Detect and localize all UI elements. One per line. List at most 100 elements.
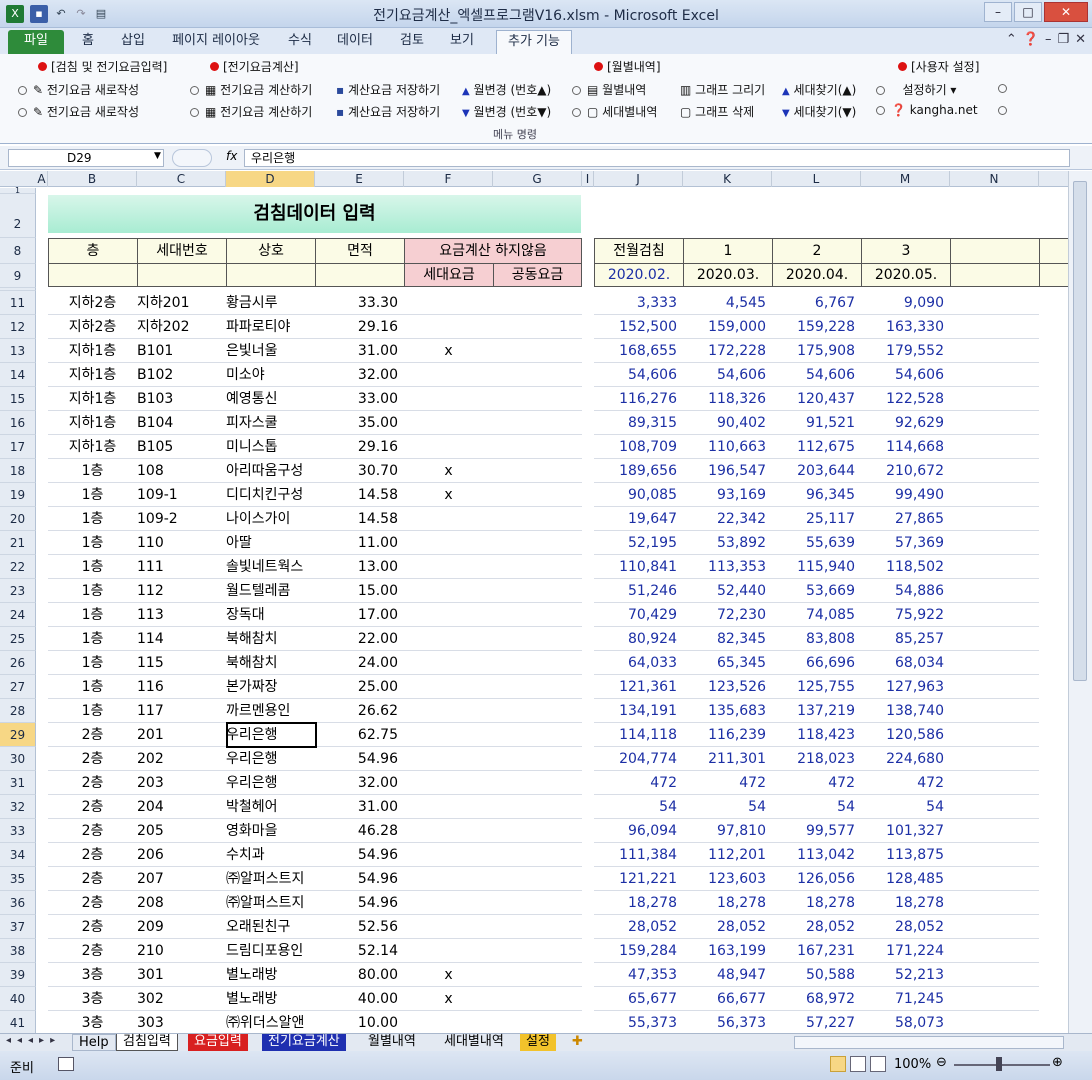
cell-month-3[interactable]: 71,245 xyxy=(861,987,950,1011)
formula-expand-button[interactable] xyxy=(172,149,212,167)
cell-month-1[interactable]: 65,345 xyxy=(683,651,772,675)
cell-empty[interactable] xyxy=(950,795,1039,819)
cell-month-1[interactable]: 116,239 xyxy=(683,723,772,747)
row-header[interactable]: 30 xyxy=(0,747,36,771)
cell-empty[interactable] xyxy=(950,483,1039,507)
cell-common-fee-flag[interactable] xyxy=(493,723,582,747)
row-header[interactable]: 38 xyxy=(0,939,36,963)
cell-common-fee-flag[interactable] xyxy=(493,987,582,1011)
cell-unit-number[interactable]: 208 xyxy=(137,891,226,915)
row-header[interactable]: 32 xyxy=(0,795,36,819)
cell-floor[interactable]: 1층 xyxy=(48,627,137,651)
column-header[interactable]: J xyxy=(594,171,683,187)
row-header[interactable]: 28 xyxy=(0,699,36,723)
chevron-down-icon[interactable]: ▼ xyxy=(154,151,161,161)
save-calc-button-2[interactable]: ▪ 계산요금 저장하기 xyxy=(336,103,440,120)
sheet-tab-unit[interactable]: 세대별내역 xyxy=(438,1034,510,1051)
row-header[interactable]: 31 xyxy=(0,771,36,795)
cell-prev-reading[interactable]: 121,361 xyxy=(594,675,683,699)
cell-month-3[interactable]: 99,490 xyxy=(861,483,950,507)
cell-prev-reading[interactable]: 204,774 xyxy=(594,747,683,771)
cell-unit-number[interactable]: 205 xyxy=(137,819,226,843)
cell-month-2[interactable]: 83,808 xyxy=(772,627,861,651)
cell-common-fee-flag[interactable] xyxy=(493,603,582,627)
settings-dropdown-button[interactable]: 설정하기 ▾ xyxy=(876,81,956,98)
cell-month-2[interactable]: 125,755 xyxy=(772,675,861,699)
cell-unit-number[interactable]: 202 xyxy=(137,747,226,771)
cell-month-1[interactable]: 110,663 xyxy=(683,435,772,459)
row-header[interactable]: 35 xyxy=(0,867,36,891)
cell-month-1[interactable]: 118,326 xyxy=(683,387,772,411)
cell-common-fee-flag[interactable] xyxy=(493,891,582,915)
cell-floor[interactable]: 지하1층 xyxy=(48,387,137,411)
cell-unit-fee-flag[interactable] xyxy=(404,363,493,387)
tab-page-layout[interactable]: 페이지 레이아웃 xyxy=(160,30,272,54)
cell-business-name[interactable]: 은빛너울 xyxy=(226,339,315,363)
column-header[interactable]: I xyxy=(582,171,594,187)
cell-area[interactable]: 46.28 xyxy=(315,819,404,843)
cell-prev-reading[interactable]: 152,500 xyxy=(594,315,683,339)
cell-area[interactable]: 31.00 xyxy=(315,795,404,819)
cell-business-name[interactable]: 본가짜장 xyxy=(226,675,315,699)
row-header[interactable]: 17 xyxy=(0,435,36,459)
cell-month-1[interactable]: 90,402 xyxy=(683,411,772,435)
cell-unit-fee-flag[interactable]: x xyxy=(404,987,493,1011)
row-header[interactable]: 27 xyxy=(0,675,36,699)
cell-business-name[interactable]: 솔빛네트웍스 xyxy=(226,555,315,579)
cell-unit-number[interactable]: 지하201 xyxy=(137,291,226,315)
calc-button-1[interactable]: ▦ 전기요금 계산하기 xyxy=(190,81,312,98)
cell-area[interactable]: 10.00 xyxy=(315,1011,404,1033)
column-header[interactable]: D xyxy=(226,171,315,187)
sheet-tab-meter-input[interactable]: 검침입력 xyxy=(116,1034,178,1051)
tab-formulas[interactable]: 수식 xyxy=(280,30,320,54)
cell-common-fee-flag[interactable] xyxy=(493,363,582,387)
cell-floor[interactable]: 3층 xyxy=(48,987,137,1011)
row-header[interactable]: 39 xyxy=(0,963,36,987)
cell-unit-number[interactable]: 210 xyxy=(137,939,226,963)
cell-month-1[interactable]: 66,677 xyxy=(683,987,772,1011)
cell-prev-reading[interactable]: 52,195 xyxy=(594,531,683,555)
cell-prev-reading[interactable]: 65,677 xyxy=(594,987,683,1011)
cell-month-1[interactable]: 18,278 xyxy=(683,891,772,915)
cell-empty[interactable] xyxy=(950,939,1039,963)
cell-business-name[interactable]: ㈜위더스알앤 xyxy=(226,1011,315,1033)
cell-prev-reading[interactable]: 134,191 xyxy=(594,699,683,723)
cell-business-name[interactable]: 미니스톱 xyxy=(226,435,315,459)
cell-month-2[interactable]: 57,227 xyxy=(772,1011,861,1033)
cell-empty[interactable] xyxy=(950,1011,1039,1033)
cell-common-fee-flag[interactable] xyxy=(493,531,582,555)
cell-month-3[interactable]: 28,052 xyxy=(861,915,950,939)
cell-unit-fee-flag[interactable] xyxy=(404,627,493,651)
row-header[interactable]: 36 xyxy=(0,891,36,915)
row-header[interactable]: 23 xyxy=(0,579,36,603)
fx-icon[interactable]: fx xyxy=(226,149,237,163)
delete-graph-button[interactable]: ▢ 그래프 삭제 xyxy=(680,103,754,120)
new-bill-button-2[interactable]: ✎ 전기요금 새로작성 xyxy=(18,103,139,120)
cell-area[interactable]: 52.56 xyxy=(315,915,404,939)
name-box[interactable]: D29 xyxy=(8,149,164,167)
cell-common-fee-flag[interactable] xyxy=(493,459,582,483)
cell-month-1[interactable]: 196,547 xyxy=(683,459,772,483)
cell-unit-number[interactable]: 116 xyxy=(137,675,226,699)
cell-month-3[interactable]: 101,327 xyxy=(861,819,950,843)
cell-month-3[interactable]: 113,875 xyxy=(861,843,950,867)
cell-month-2[interactable]: 6,767 xyxy=(772,291,861,315)
cell-prev-reading[interactable]: 55,373 xyxy=(594,1011,683,1033)
cell-unit-number[interactable]: 114 xyxy=(137,627,226,651)
cell-month-1[interactable]: 82,345 xyxy=(683,627,772,651)
cell-month-2[interactable]: 175,908 xyxy=(772,339,861,363)
cell-month-2[interactable]: 120,437 xyxy=(772,387,861,411)
cell-floor[interactable]: 2층 xyxy=(48,795,137,819)
cell-floor[interactable]: 1층 xyxy=(48,483,137,507)
cell-month-2[interactable]: 159,228 xyxy=(772,315,861,339)
row-header[interactable]: 12 xyxy=(0,315,36,339)
cell-common-fee-flag[interactable] xyxy=(493,1011,582,1033)
draw-graph-button[interactable]: ▥ 그래프 그리기 xyxy=(680,81,765,98)
cell-area[interactable]: 22.00 xyxy=(315,627,404,651)
normal-view-icon[interactable] xyxy=(830,1056,846,1072)
row-header[interactable]: 26 xyxy=(0,651,36,675)
cell-month-3[interactable]: 114,668 xyxy=(861,435,950,459)
cell-floor[interactable]: 1층 xyxy=(48,579,137,603)
cell-month-1[interactable]: 93,169 xyxy=(683,483,772,507)
cell-unit-fee-flag[interactable] xyxy=(404,915,493,939)
